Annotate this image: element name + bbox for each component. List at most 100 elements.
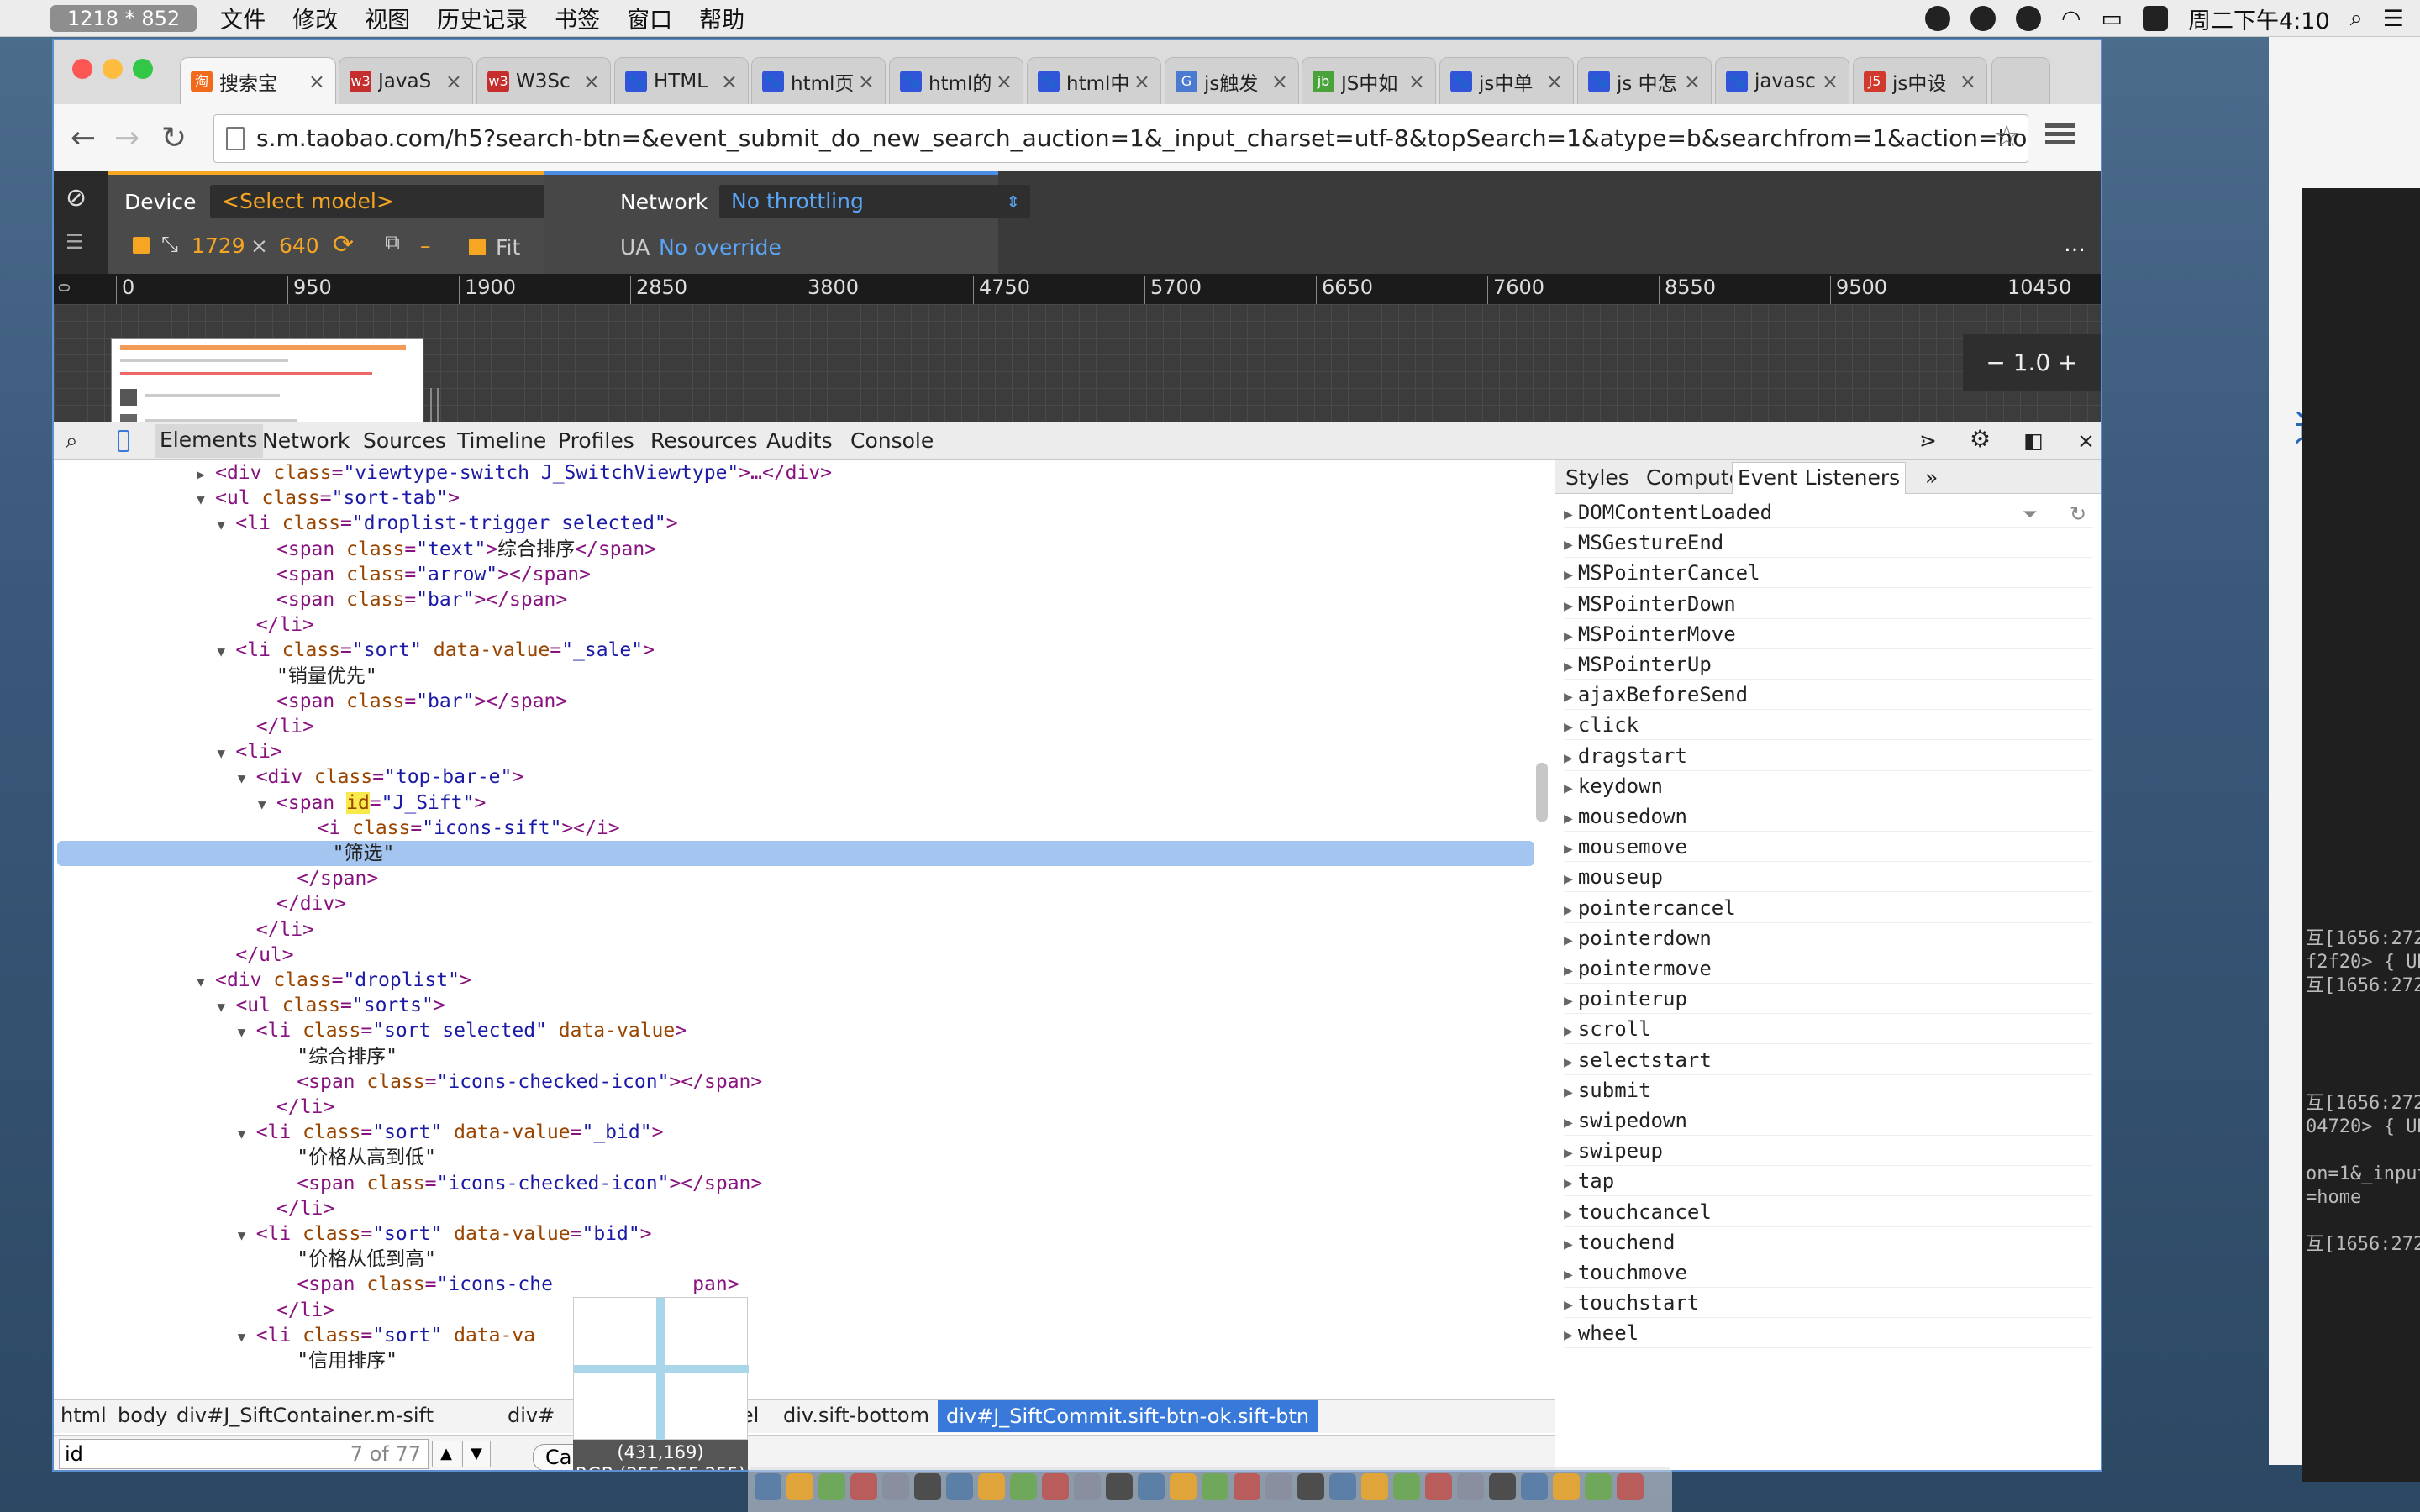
dom-node-line[interactable]: </li> [54,917,314,942]
tab-close-icon[interactable]: × [1271,70,1288,93]
find-input[interactable]: id 7 of 77 [59,1439,429,1469]
event-listener-item[interactable]: ▶ mousedown [1564,801,2093,832]
device-mode-icon[interactable] [118,430,129,452]
dom-node-line[interactable]: "价格从低到高" [54,1247,436,1272]
event-listener-item[interactable]: ▶ MSPointerDown [1564,589,2093,619]
event-listener-item[interactable]: ▶ pointermove [1564,953,2093,984]
dock-side-icon[interactable]: ◧ [2023,428,2044,453]
browser-tab[interactable]: 🐾 html的 × [889,57,1023,104]
browser-tab[interactable]: 🐾 html中 × [1027,57,1161,104]
browser-tab[interactable]: J5 js中设 × [1853,57,1987,104]
devtools-tab[interactable]: Console [850,428,934,453]
tab-close-icon[interactable]: × [996,70,1013,93]
tab-close-icon[interactable]: × [1822,70,1839,93]
dom-node-line[interactable]: "综合排序" [54,1044,397,1069]
expand-triangle-icon[interactable]: ▶ [1564,962,1573,979]
bell-icon[interactable] [2015,6,2041,31]
dock-app-icon[interactable] [1361,1473,1388,1500]
event-listener-item[interactable]: ▶ mouseup [1564,862,2093,893]
dom-node-line[interactable]: ▼ <div class="top-bar-e"> [54,764,524,790]
expand-triangle-icon[interactable]: ▶ [1564,1266,1573,1284]
browser-tab[interactable]: 🐾 HTML × [614,57,749,104]
address-bar[interactable]: s.m.taobao.com/h5?search-btn=&event_subm… [213,114,2028,163]
battery-icon[interactable]: ▭ [2102,6,2123,32]
expand-triangle-icon[interactable]: ▶ [1564,597,1573,615]
breadcrumb-item[interactable]: div#J_SiftCommit.sift-btn-ok.sift-btn [938,1400,1318,1432]
browser-tab[interactable]: jb JS中如 × [1302,57,1436,104]
network-throttle-select[interactable]: No throttling ⇕ [719,185,1030,218]
dom-node-line[interactable]: ▼ <li class="sort selected" data-value> [54,1018,687,1043]
dock-app-icon[interactable] [786,1473,813,1500]
expand-triangle-icon[interactable]: ▶ [1564,1296,1573,1314]
expand-triangle-icon[interactable]: ▶ [1564,1326,1573,1344]
expand-triangle-icon[interactable]: ▶ [197,462,215,487]
dom-node-line[interactable]: <span class="icons-checked-icon"></span> [54,1069,762,1095]
resolution-badge[interactable]: 1218 * 852 [50,4,197,32]
sidebar-tab[interactable]: Event Listeners [1732,462,1907,494]
dom-node-line[interactable]: ▼ <span id="J_Sift"> [54,790,486,816]
event-listener-item[interactable]: ▶ MSPointerMove [1564,619,2093,649]
event-listener-item[interactable]: ▶ pointercancel [1564,893,2093,923]
event-listener-item[interactable]: ▶ touchcancel [1564,1197,2093,1227]
find-next-button[interactable]: ▼ [462,1441,491,1467]
dock-app-icon[interactable] [1457,1473,1484,1500]
dock-app-icon[interactable] [1074,1473,1101,1500]
search-icon[interactable]: ⌕ [2350,5,2363,32]
clock[interactable]: 周二下午4:10 [2188,3,2330,35]
inspect-element-icon[interactable]: ⌕ [66,428,78,454]
expand-triangle-icon[interactable]: ▶ [1564,1236,1573,1253]
expand-triangle-icon[interactable]: ▶ [1564,1114,1573,1131]
wifi-icon[interactable]: ◠ [2061,6,2081,32]
dom-node-line[interactable]: "销量优先" [54,664,377,689]
dom-node-line[interactable]: </span> [54,866,378,891]
expand-triangle-icon[interactable]: ▶ [1564,718,1573,736]
reload-button[interactable]: ↻ [161,121,187,155]
event-listener-item[interactable]: ▶ selectstart [1564,1045,2093,1075]
dom-node-line[interactable]: </li> [54,1196,334,1221]
expand-triangle-icon[interactable]: ▶ [1564,1205,1573,1223]
devtools-tab[interactable]: Elements [155,424,263,458]
dock-app-icon[interactable] [946,1473,973,1500]
tab-close-icon[interactable]: × [1960,70,1976,93]
close-devtools-icon[interactable]: × [2077,428,2095,453]
forward-button[interactable]: → [114,121,139,155]
breadcrumb-item[interactable]: div#J_SiftContainer.m-sift [176,1404,434,1427]
tab-close-icon[interactable]: × [721,70,738,93]
event-listener-item[interactable]: ▶ wheel [1564,1318,2093,1349]
dock-app-icon[interactable] [1138,1473,1165,1500]
expand-triangle-icon[interactable]: ▶ [1564,1022,1573,1040]
dock-app-icon[interactable] [1617,1473,1644,1500]
dom-node-line[interactable]: "价格从高到低" [54,1145,436,1170]
breadcrumb-item[interactable]: html [60,1404,107,1427]
dock-app-icon[interactable] [914,1473,941,1500]
dom-node-line[interactable]: ▼ <li class="droplist-trigger selected"> [54,511,677,536]
browser-tab[interactable]: w3 W3Sc × [476,57,611,104]
fit-checkbox[interactable] [469,239,486,255]
more-tabs-icon[interactable]: » [1925,465,1938,490]
expand-triangle-icon[interactable]: ▶ [1564,658,1573,675]
event-listener-item[interactable]: ▶ keydown [1564,771,2093,801]
dom-node-line[interactable]: </li> [54,1095,334,1120]
dock-app-icon[interactable] [1585,1473,1612,1500]
event-listener-item[interactable]: ▶ MSGestureEnd [1564,528,2093,559]
menubar-item[interactable]: 历史记录 [437,2,528,34]
breadcrumb-item[interactable]: div.sift-bottom [783,1404,929,1427]
dom-node-line[interactable]: "信用排序" [54,1348,397,1373]
menubar-item[interactable]: 视图 [365,2,410,34]
expand-triangle-icon[interactable]: ▶ [1564,1084,1573,1101]
event-listener-item[interactable]: ▶ swipeup [1564,1136,2093,1167]
event-listener-item[interactable]: ▶ MSPointerCancel [1564,558,2093,589]
expand-triangle-icon[interactable]: ▶ [1564,506,1573,523]
width-value[interactable]: 1729 [192,234,245,258]
devtools-tab[interactable]: Audits [766,428,833,453]
tab-close-icon[interactable]: × [445,70,462,93]
dock-app-icon[interactable] [1010,1473,1037,1500]
dock-app-icon[interactable] [1425,1473,1452,1500]
event-listener-item[interactable]: ▶ touchmove [1564,1257,2093,1288]
dom-node-line[interactable]: ▼ <div class="droplist"> [54,968,471,993]
dom-node-line[interactable]: ▼ <li> [54,739,281,764]
expand-triangle-icon[interactable]: ▶ [1564,932,1573,949]
expand-triangle-icon[interactable]: ▼ [197,487,215,512]
dom-node-line[interactable]: </li> [54,612,314,638]
menubar-item[interactable]: 书签 [555,2,600,34]
